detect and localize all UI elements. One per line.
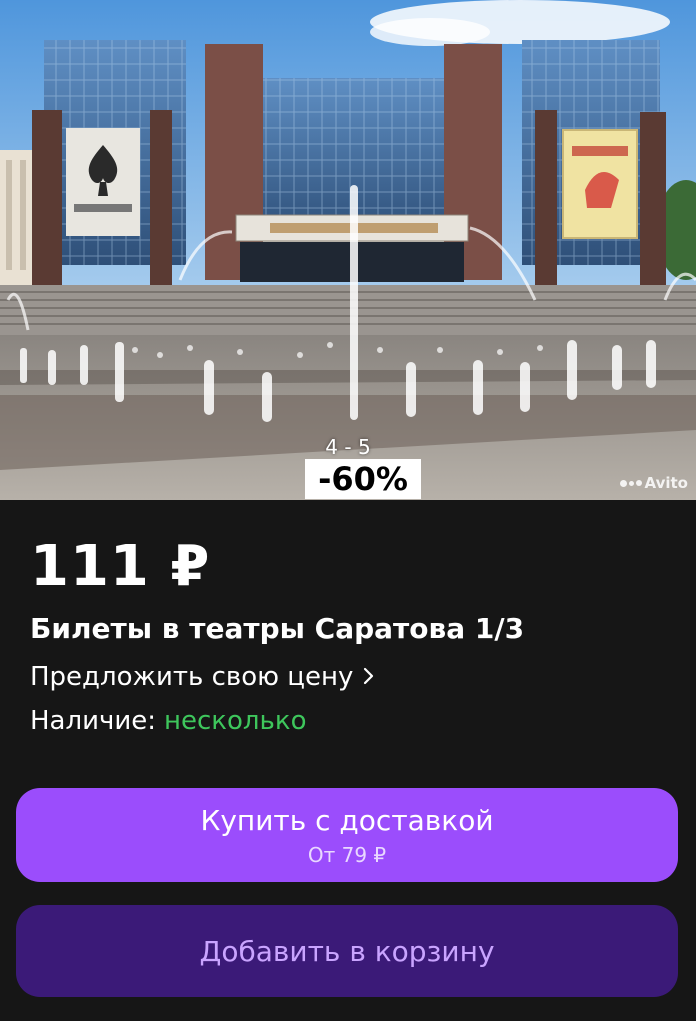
image-counter: 4 - 5 — [325, 435, 371, 459]
offer-price-link[interactable]: Предложить свою цену — [30, 662, 375, 692]
availability-label: Наличие: — [30, 706, 157, 736]
availability-value: несколько — [164, 706, 307, 736]
buy-button-label: Купить с доставкой — [200, 803, 494, 837]
watermark-text: Avito — [644, 474, 688, 492]
offer-price-label: Предложить свою цену — [30, 662, 354, 692]
cart-button-label: Добавить в корзину — [199, 934, 495, 968]
theater-building-photo — [0, 0, 696, 500]
listing-price: 111 ₽ — [30, 534, 211, 599]
availability: Наличие: несколько — [30, 706, 306, 736]
avito-logo-icon — [619, 479, 642, 487]
discount-badge: -60% — [305, 459, 421, 499]
listing-title: Билеты в театры Саратова 1/3 — [30, 612, 525, 645]
buy-button-sublabel: От 79 ₽ — [307, 842, 387, 867]
avito-watermark: Avito — [619, 474, 688, 492]
buy-with-delivery-button[interactable]: Купить с доставкой От 79 ₽ — [16, 788, 678, 882]
chevron-right-icon — [363, 662, 375, 692]
add-to-cart-button[interactable]: Добавить в корзину — [16, 905, 678, 997]
listing-photo[interactable]: 4 - 5 -60% Avito — [0, 0, 696, 500]
